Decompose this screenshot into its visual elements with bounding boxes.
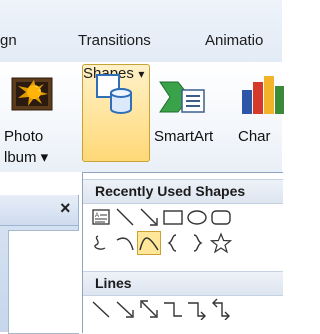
tab-animations[interactable]: Animatio [205, 32, 263, 49]
task-pane-content [8, 230, 79, 334]
elbow-double-arrow-connector-icon[interactable] [210, 298, 232, 321]
rounded-rectangle-icon[interactable] [210, 206, 232, 228]
chart-button[interactable]: Char [230, 64, 284, 168]
elbow-arrow-connector-icon[interactable] [186, 298, 208, 321]
recently-used-shapes-header: Recently Used Shapes [83, 179, 283, 204]
arc-icon[interactable] [114, 232, 136, 254]
freeform-scribble-icon[interactable] [90, 232, 112, 254]
elbow-connector-icon[interactable] [162, 298, 184, 320]
smartart-button[interactable]: SmartArt [152, 64, 216, 168]
curve-icon[interactable] [137, 231, 161, 255]
line-icon[interactable] [114, 206, 136, 228]
svg-text:A: A [95, 213, 99, 219]
lines-header: Lines [83, 271, 283, 296]
close-icon[interactable]: × [60, 198, 71, 219]
chart-icon [242, 76, 284, 114]
arrow-line-icon[interactable] [114, 298, 136, 320]
line-icon[interactable] [90, 298, 112, 320]
smartart-icon [159, 81, 205, 113]
double-arrow-line-icon[interactable] [138, 298, 160, 320]
photo-album-icon [11, 77, 53, 111]
right-brace-icon[interactable] [186, 232, 208, 254]
text-box-icon[interactable]: A [90, 206, 112, 228]
tab-transitions[interactable]: Transitions [78, 32, 151, 49]
photo-album-button[interactable]: Photo lbum ▾ [0, 64, 78, 168]
tab-design[interactable]: gn [0, 32, 17, 49]
shapes-icon [96, 74, 132, 114]
arrow-line-icon[interactable] [138, 206, 160, 228]
oval-icon[interactable] [186, 206, 208, 228]
star-icon[interactable] [209, 232, 233, 254]
left-brace-icon[interactable] [162, 232, 184, 254]
rectangle-icon[interactable] [162, 206, 184, 228]
shapes-button[interactable]: Shapes ▾ [82, 64, 150, 162]
chevron-down-icon: ▾ [138, 67, 145, 81]
